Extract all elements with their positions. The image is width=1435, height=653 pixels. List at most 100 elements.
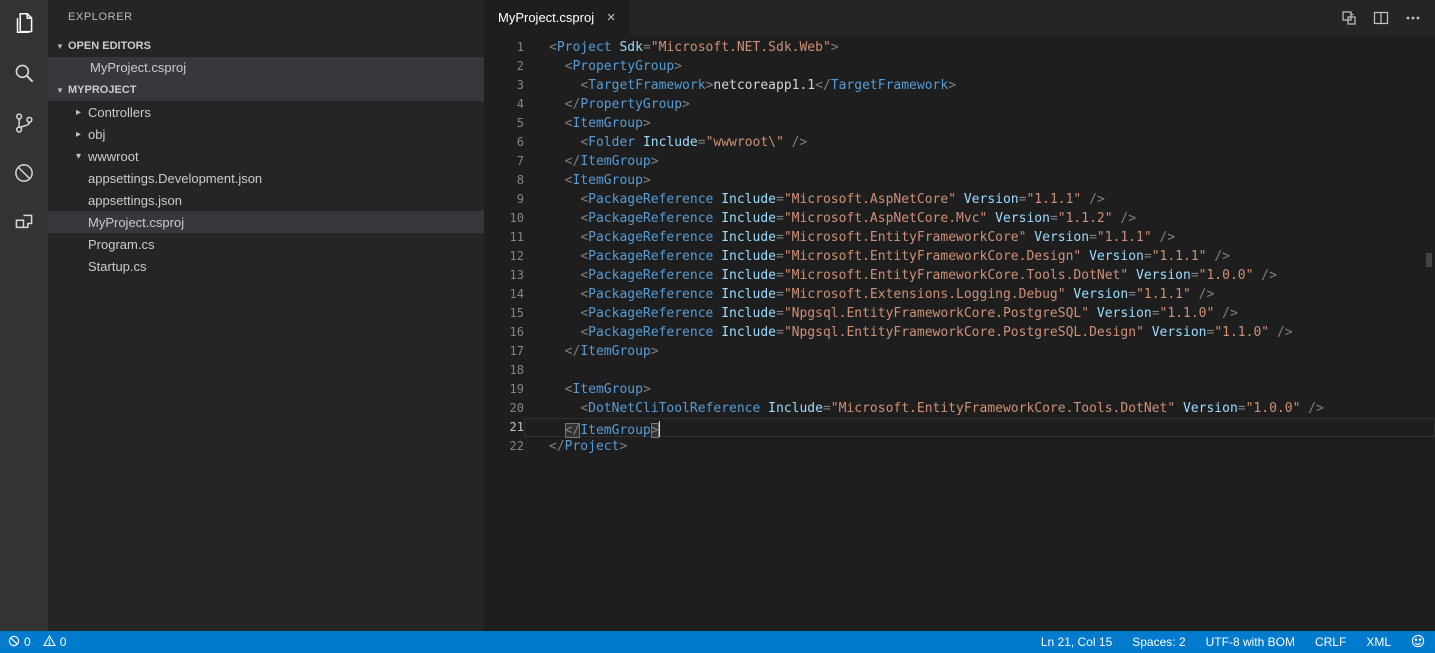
code-line-3[interactable]: 3 <TargetFramework>netcoreapp1.1</Target… <box>484 76 1435 95</box>
line-content: <PackageReference Include="Microsoft.Ent… <box>580 268 1277 283</box>
code-line-17[interactable]: 17 </ItemGroup> <box>484 342 1435 361</box>
error-icon <box>8 635 20 650</box>
line-number[interactable]: 4 <box>484 95 524 114</box>
feedback-smiley-icon[interactable] <box>1411 634 1425 651</box>
tree-item-label: Controllers <box>88 104 151 120</box>
line-number[interactable]: 2 <box>484 57 524 76</box>
code-line-2[interactable]: 2 <PropertyGroup> <box>484 57 1435 76</box>
open-changes-icon[interactable] <box>1341 10 1357 26</box>
line-content: </ItemGroup> <box>524 418 1435 438</box>
tree-item-myproject-csproj[interactable]: MyProject.csproj <box>48 211 484 233</box>
line-number[interactable]: 18 <box>484 361 524 380</box>
code-line-18[interactable]: 18 <box>484 361 1435 380</box>
line-content: </Project> <box>549 439 628 454</box>
line-number[interactable]: 3 <box>484 76 524 95</box>
error-count[interactable]: 0 <box>8 635 31 650</box>
code-line-19[interactable]: 19 <ItemGroup> <box>484 380 1435 399</box>
code-line-7[interactable]: 7 </ItemGroup> <box>484 152 1435 171</box>
code-line-1[interactable]: 1 <Project Sdk="Microsoft.NET.Sdk.Web"> <box>484 38 1435 57</box>
text-cursor <box>658 421 661 437</box>
warning-count[interactable]: 0 <box>42 634 66 650</box>
code-line-13[interactable]: 13 <PackageReference Include="Microsoft.… <box>484 266 1435 285</box>
code-line-11[interactable]: 11 <PackageReference Include="Microsoft.… <box>484 228 1435 247</box>
open-editor-myproject-csproj[interactable]: MyProject.csproj <box>48 57 484 79</box>
chevron-right-icon: ▸ <box>76 106 82 118</box>
line-number[interactable]: 11 <box>484 228 524 247</box>
tree-item-controllers[interactable]: ▸ Controllers <box>48 101 484 123</box>
tab-myproject-csproj[interactable]: MyProject.csproj × <box>484 0 631 35</box>
sidebar-title: EXPLORER <box>68 11 133 23</box>
code-line-10[interactable]: 10 <PackageReference Include="Microsoft.… <box>484 209 1435 228</box>
explorer-sidebar: EXPLORER ▼ OPEN EDITORS MyProject.csproj… <box>48 0 484 631</box>
code-line-4[interactable]: 4 </PropertyGroup> <box>484 95 1435 114</box>
tree-item-program-cs[interactable]: Program.cs <box>48 233 484 255</box>
code-line-8[interactable]: 8 <ItemGroup> <box>484 171 1435 190</box>
extensions-icon <box>11 210 37 241</box>
code-line-22[interactable]: 22 </Project> <box>484 437 1435 456</box>
code-line-16[interactable]: 16 <PackageReference Include="Npgsql.Ent… <box>484 323 1435 342</box>
code-line-5[interactable]: 5 <ItemGroup> <box>484 114 1435 133</box>
line-number[interactable]: 12 <box>484 247 524 266</box>
code-line-20[interactable]: 20 <DotNetCliToolReference Include="Micr… <box>484 399 1435 418</box>
code-line-12[interactable]: 12 <PackageReference Include="Microsoft.… <box>484 247 1435 266</box>
warning-icon <box>42 634 56 650</box>
line-number[interactable]: 7 <box>484 152 524 171</box>
line-number[interactable]: 15 <box>484 304 524 323</box>
code-line-6[interactable]: 6 <Folder Include="wwwroot\" /> <box>484 133 1435 152</box>
line-number[interactable]: 13 <box>484 266 524 285</box>
cursor-position[interactable]: Ln 21, Col 15 <box>1041 635 1112 649</box>
code-line-15[interactable]: 15 <PackageReference Include="Npgsql.Ent… <box>484 304 1435 323</box>
chevron-down-icon: ▼ <box>56 85 64 95</box>
activity-bar-search[interactable] <box>0 50 48 100</box>
code-line-14[interactable]: 14 <PackageReference Include="Microsoft.… <box>484 285 1435 304</box>
tree-item-label: Startup.cs <box>88 258 147 274</box>
line-content: <PropertyGroup> <box>564 59 683 74</box>
line-content: <TargetFramework>netcoreapp1.1</TargetFr… <box>580 78 957 93</box>
tree-item-obj[interactable]: ▸ obj <box>48 123 484 145</box>
line-number[interactable]: 8 <box>484 171 524 190</box>
line-content: <DotNetCliToolReference Include="Microso… <box>580 401 1324 416</box>
line-content: </ItemGroup> <box>564 154 659 169</box>
line-content: </PropertyGroup> <box>564 97 690 112</box>
line-number[interactable]: 10 <box>484 209 524 228</box>
tree-item-wwwroot[interactable]: ▾ wwwroot <box>48 145 484 167</box>
tree-item-startup-cs[interactable]: Startup.cs <box>48 255 484 277</box>
open-editors-header[interactable]: ▼ OPEN EDITORS <box>48 35 484 57</box>
activity-bar-extensions[interactable] <box>0 200 48 250</box>
line-number[interactable]: 16 <box>484 323 524 342</box>
tree-item-label: appsettings.json <box>88 192 182 208</box>
line-number[interactable]: 20 <box>484 399 524 418</box>
tree-item-appsettings-development-json[interactable]: appsettings.Development.json <box>48 167 484 189</box>
line-content <box>524 361 1435 380</box>
close-icon[interactable]: × <box>602 9 620 26</box>
line-number[interactable]: 6 <box>484 133 524 152</box>
activity-bar-source-control[interactable] <box>0 100 48 150</box>
code-line-9[interactable]: 9 <PackageReference Include="Microsoft.A… <box>484 190 1435 209</box>
line-number[interactable]: 17 <box>484 342 524 361</box>
line-number[interactable]: 22 <box>484 437 524 456</box>
line-number[interactable]: 19 <box>484 380 524 399</box>
line-number[interactable]: 1 <box>484 38 524 57</box>
line-number[interactable]: 21 <box>484 418 524 437</box>
project-section-header[interactable]: ▼ MYPROJECT <box>48 79 484 101</box>
files-icon <box>11 10 37 41</box>
line-number[interactable]: 9 <box>484 190 524 209</box>
split-editor-icon[interactable] <box>1373 10 1389 26</box>
chevron-down-icon: ▾ <box>76 150 82 162</box>
encoding-setting[interactable]: UTF-8 with BOM <box>1206 635 1295 649</box>
code-editor[interactable]: 1 <Project Sdk="Microsoft.NET.Sdk.Web"> 2 … <box>484 35 1435 631</box>
more-actions-icon[interactable] <box>1405 10 1421 26</box>
source-control-icon <box>11 110 37 141</box>
tree-item-appsettings-json[interactable]: appsettings.json <box>48 189 484 211</box>
line-number[interactable]: 14 <box>484 285 524 304</box>
tab-bar: MyProject.csproj × <box>484 0 1435 35</box>
indentation-setting[interactable]: Spaces: 2 <box>1132 635 1185 649</box>
language-mode[interactable]: XML <box>1366 635 1391 649</box>
tree-item-label: Program.cs <box>88 236 155 252</box>
activity-bar-explorer[interactable] <box>0 0 48 50</box>
code-line-21[interactable]: 21 </ItemGroup> <box>484 418 1435 438</box>
activity-bar-debug[interactable] <box>0 150 48 200</box>
line-number[interactable]: 5 <box>484 114 524 133</box>
tree-item-label: wwwroot <box>88 148 139 164</box>
eol-setting[interactable]: CRLF <box>1315 635 1346 649</box>
